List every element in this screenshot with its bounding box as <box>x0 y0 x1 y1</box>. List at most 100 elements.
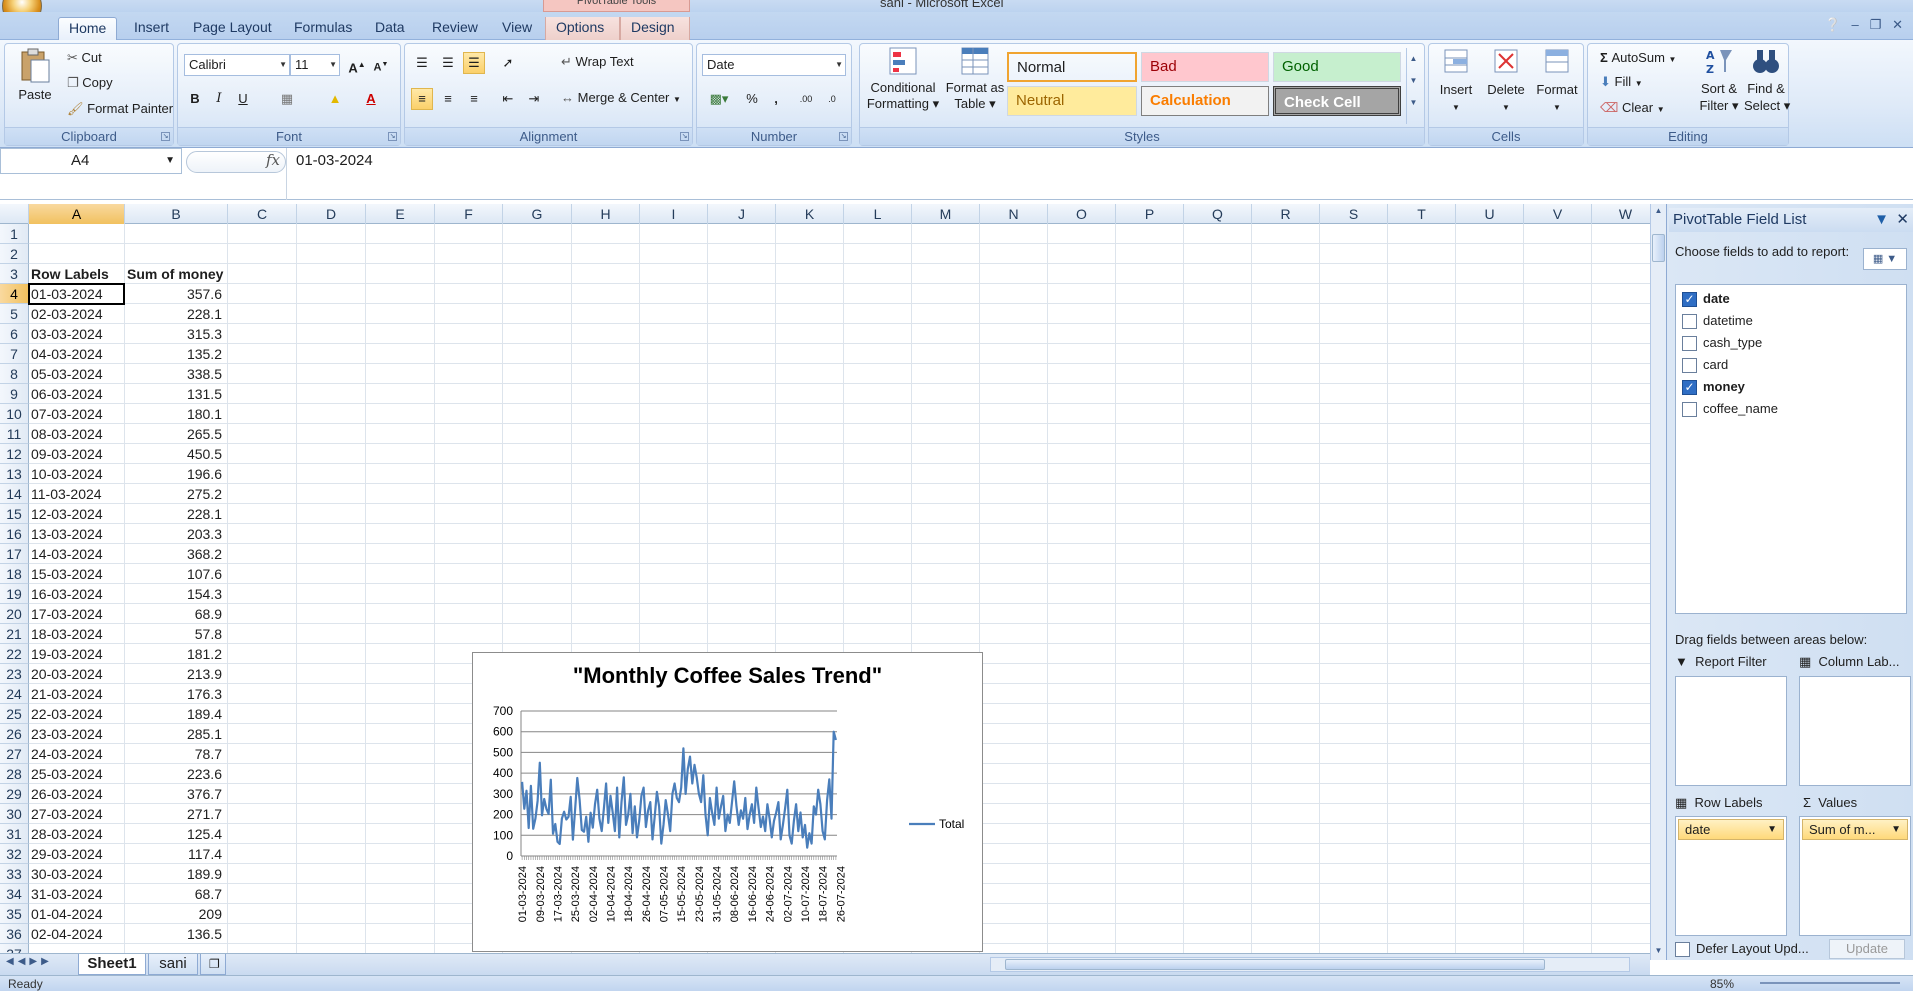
wrap-text-button[interactable]: ↵ Wrap Text <box>561 54 634 70</box>
pivot-row-value[interactable]: 189.9 <box>127 864 226 884</box>
field-datetime[interactable]: datetime <box>1682 311 1753 331</box>
name-box[interactable]: A4 ▼ <box>0 148 182 174</box>
pivot-row-value[interactable]: 125.4 <box>127 824 226 844</box>
values-area[interactable]: Sum of m... ▼ <box>1799 816 1911 936</box>
pivot-row-value[interactable]: 136.5 <box>127 924 226 944</box>
pivot-row-label[interactable]: 21-03-2024 <box>31 684 123 704</box>
font-size-combo[interactable]: 11 ▼ <box>290 54 340 76</box>
pivot-row-value[interactable]: 271.7 <box>127 804 226 824</box>
row-header[interactable]: 5 <box>0 304 29 324</box>
grow-font-button[interactable]: A▲ <box>346 54 368 76</box>
align-top-icon[interactable]: ☰ <box>411 52 433 74</box>
pivot-row-label[interactable]: 13-03-2024 <box>31 524 123 544</box>
column-header[interactable]: M <box>912 204 980 224</box>
row-header[interactable]: 26 <box>0 724 29 744</box>
pivot-row-label[interactable]: 12-03-2024 <box>31 504 123 524</box>
decrease-indent-icon[interactable]: ⇤ <box>497 88 519 110</box>
pivot-row-value[interactable]: 196.6 <box>127 464 226 484</box>
row-header[interactable]: 18 <box>0 564 29 584</box>
column-header[interactable]: U <box>1456 204 1524 224</box>
style-good[interactable]: Good <box>1273 52 1401 82</box>
pivot-row-value[interactable]: 68.7 <box>127 884 226 904</box>
pivot-row-value[interactable]: 189.4 <box>127 704 226 724</box>
insert-sheet-icon[interactable]: ❐ <box>200 954 226 975</box>
row-header[interactable]: 22 <box>0 644 29 664</box>
tab-review[interactable]: Review <box>422 17 488 40</box>
pivot-row-label[interactable]: 14-03-2024 <box>31 544 123 564</box>
field-card[interactable]: card <box>1682 355 1728 375</box>
pivot-row-label[interactable]: 30-03-2024 <box>31 864 123 884</box>
tab-data[interactable]: Data <box>365 17 415 40</box>
row-header[interactable]: 8 <box>0 364 29 384</box>
restore-icon[interactable]: ❐ <box>1870 17 1882 32</box>
worksheet-grid[interactable]: ABCDEFGHIJKLMNOPQRSTUVW 1 2 3 4 5 6 7 8 9 10 11 12 1… <box>0 204 1650 960</box>
row-header[interactable]: 14 <box>0 484 29 504</box>
conditional-formatting-button[interactable]: Conditional Formatting ▾ <box>866 46 940 112</box>
insert-cells-button[interactable]: Insert ▼ <box>1433 46 1479 117</box>
pivot-row-value[interactable]: 57.8 <box>127 624 226 644</box>
pivot-row-value[interactable]: 376.7 <box>127 784 226 804</box>
column-header[interactable]: I <box>640 204 708 224</box>
style-bad[interactable]: Bad <box>1141 52 1269 82</box>
pivot-row-label[interactable]: 28-03-2024 <box>31 824 123 844</box>
row-header[interactable]: 28 <box>0 764 29 784</box>
column-header[interactable]: H <box>572 204 640 224</box>
tab-view[interactable]: View <box>492 17 542 40</box>
field-cash_type[interactable]: cash_type <box>1682 333 1762 353</box>
column-header[interactable]: S <box>1320 204 1388 224</box>
style-neutral[interactable]: Neutral <box>1007 86 1137 116</box>
column-header[interactable]: J <box>708 204 776 224</box>
row-header[interactable]: 36 <box>0 924 29 944</box>
sheet-tab-sheet1[interactable]: Sheet1 <box>78 954 146 975</box>
pivot-row-label[interactable]: 04-03-2024 <box>31 344 123 364</box>
column-header[interactable]: F <box>435 204 503 224</box>
row-header[interactable]: 1 <box>0 224 29 244</box>
clipboard-launcher[interactable]: ↘ <box>161 132 170 141</box>
tab-formulas[interactable]: Formulas <box>284 17 362 40</box>
pivot-row-label[interactable]: 26-03-2024 <box>31 784 123 804</box>
pivot-row-value[interactable]: 338.5 <box>127 364 226 384</box>
pivot-row-label[interactable]: 07-03-2024 <box>31 404 123 424</box>
checkbox-icon[interactable] <box>1682 358 1697 374</box>
row-field-pill[interactable]: date ▼ <box>1678 819 1784 840</box>
pivot-row-value[interactable]: 176.3 <box>127 684 226 704</box>
checkbox-icon[interactable]: ✓ <box>1682 380 1697 396</box>
row-header[interactable]: 25 <box>0 704 29 724</box>
pivot-row-value[interactable]: 228.1 <box>127 304 226 324</box>
number-launcher[interactable]: ↘ <box>839 132 848 141</box>
pivot-row-label[interactable]: 09-03-2024 <box>31 444 123 464</box>
row-header[interactable]: 6 <box>0 324 29 344</box>
checkbox-icon[interactable]: ✓ <box>1682 292 1697 308</box>
pivot-row-value[interactable]: 357.6 <box>127 284 226 304</box>
increase-decimal-icon[interactable]: .00 <box>795 88 817 110</box>
style-normal[interactable]: Normal <box>1007 52 1137 82</box>
column-header[interactable]: O <box>1048 204 1116 224</box>
format-cells-button[interactable]: Format ▼ <box>1533 46 1581 117</box>
pivot-row-value[interactable]: 203.3 <box>127 524 226 544</box>
pivot-row-label[interactable]: 03-03-2024 <box>31 324 123 344</box>
row-header[interactable]: 15 <box>0 504 29 524</box>
pivot-row-value[interactable]: 107.6 <box>127 564 226 584</box>
merge-center-button[interactable]: ↔ Merge & Center ▼ <box>561 90 681 105</box>
row-header[interactable]: 24 <box>0 684 29 704</box>
column-header[interactable]: E <box>366 204 435 224</box>
comma-button[interactable]: , <box>765 88 787 110</box>
fill-button[interactable]: ⬇ Fill ▼ <box>1600 74 1643 90</box>
row-header[interactable]: 4 <box>0 284 29 304</box>
percent-button[interactable]: % <box>741 88 763 110</box>
row-header[interactable]: 35 <box>0 904 29 924</box>
pivot-row-value[interactable]: 117.4 <box>127 844 226 864</box>
column-header[interactable]: T <box>1388 204 1456 224</box>
row-header[interactable]: 29 <box>0 784 29 804</box>
column-header[interactable]: V <box>1524 204 1592 224</box>
orientation-icon[interactable]: ➚ <box>497 52 519 74</box>
sheet-nav-icon[interactable]: ◀◀▶▶ <box>6 956 53 967</box>
delete-cells-button[interactable]: Delete ▼ <box>1483 46 1529 117</box>
pivot-row-label[interactable]: 02-04-2024 <box>31 924 123 944</box>
row-header[interactable]: 19 <box>0 584 29 604</box>
pivot-row-label[interactable]: 15-03-2024 <box>31 564 123 584</box>
scroll-thumb[interactable] <box>1652 234 1665 262</box>
pivot-row-label[interactable]: 25-03-2024 <box>31 764 123 784</box>
styles-scroll[interactable]: ▲ ▼ ▼ <box>1406 48 1420 124</box>
pivot-row-value[interactable]: 285.1 <box>127 724 226 744</box>
